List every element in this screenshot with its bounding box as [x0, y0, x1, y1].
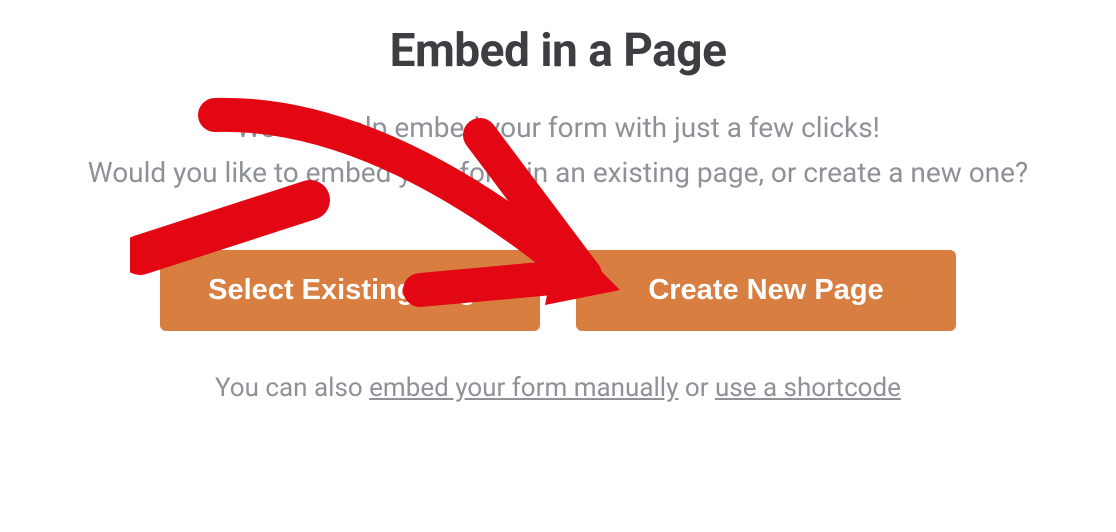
subtitle-line1: We can help embed your form with just a … — [236, 111, 880, 144]
button-row: Select Existing Page Create New Page — [160, 250, 956, 331]
page-title: Embed in a Page — [390, 24, 727, 78]
use-shortcode-link[interactable]: use a shortcode — [715, 373, 901, 403]
footer-mid: or — [678, 373, 715, 403]
subtitle-line2: Would you like to embed your form in an … — [88, 156, 1028, 189]
footer-prefix: You can also — [215, 373, 369, 403]
footer-text: You can also embed your form manually or… — [215, 373, 901, 403]
select-existing-page-button[interactable]: Select Existing Page — [160, 250, 540, 331]
subtitle-text: We can help embed your form with just a … — [88, 106, 1028, 196]
create-new-page-button[interactable]: Create New Page — [576, 250, 956, 331]
embed-manually-link[interactable]: embed your form manually — [369, 373, 678, 403]
